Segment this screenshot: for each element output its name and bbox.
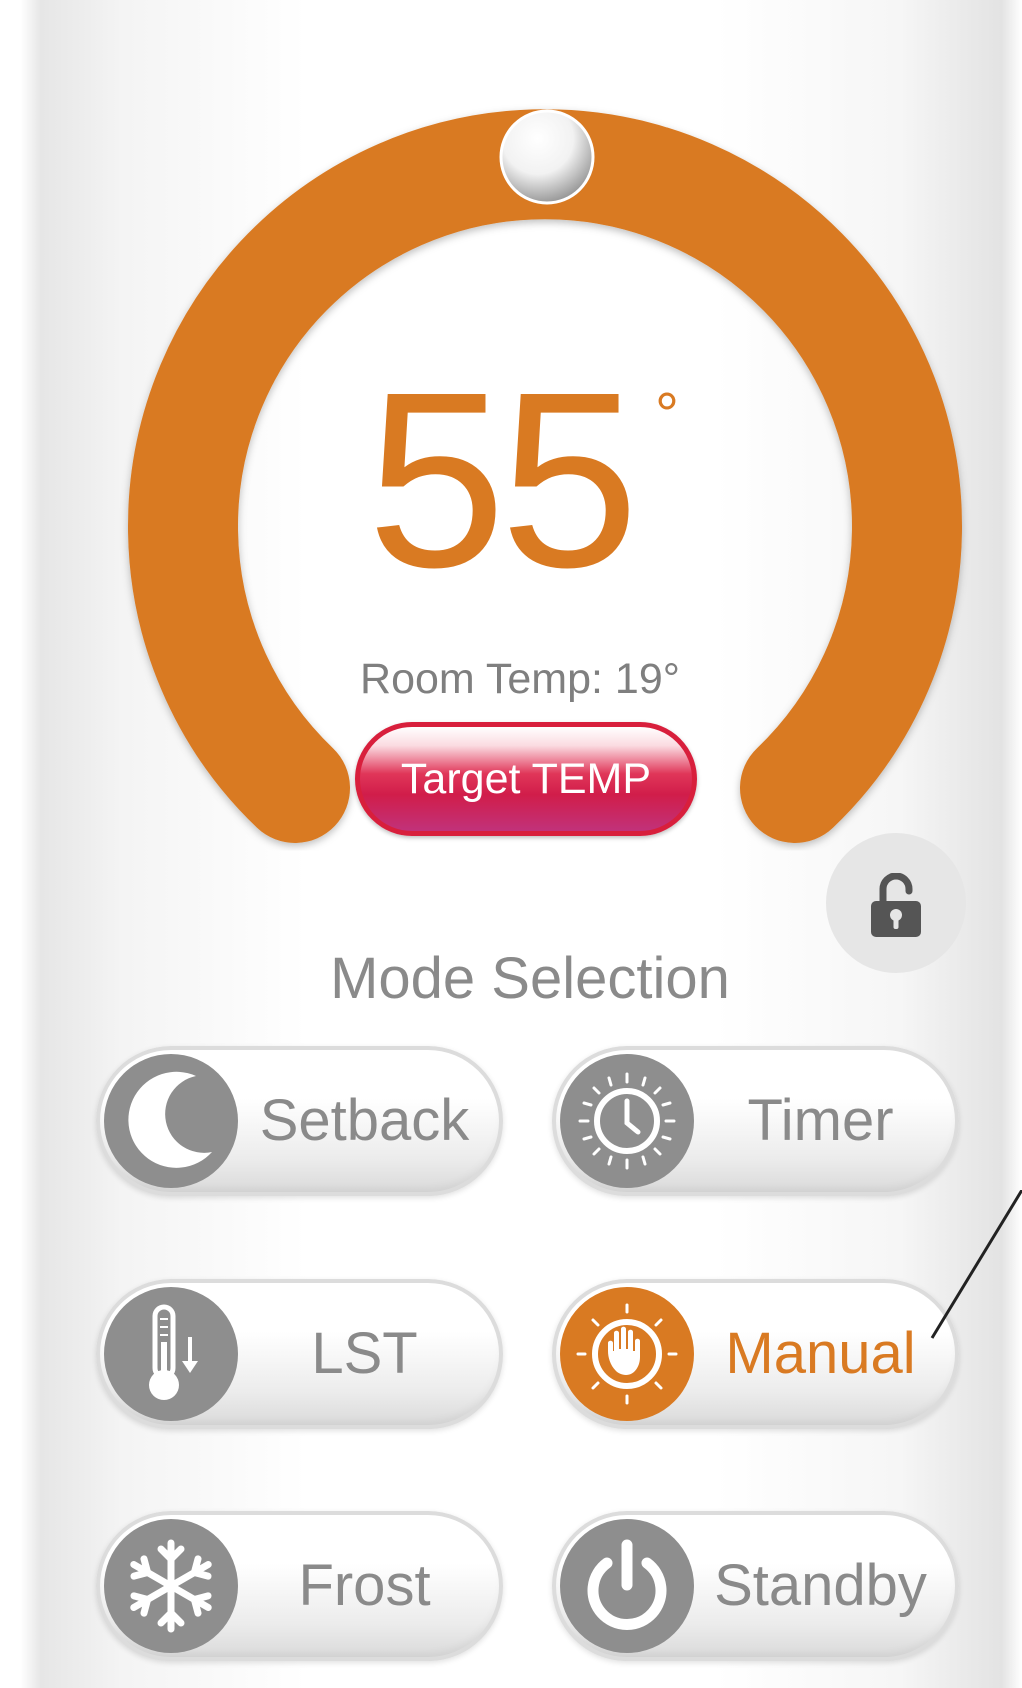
mode-button-setback[interactable]: Setback [96, 1046, 503, 1196]
mode-selection-title: Mode Selection [330, 946, 730, 1011]
thermometer-down-icon [149, 1304, 198, 1400]
mode-button-timer[interactable]: Timer [552, 1046, 959, 1196]
mode-label: Frost [298, 1553, 431, 1618]
hand-icon [576, 1303, 678, 1405]
dial-knob[interactable] [499, 109, 595, 205]
snowflake-icon [130, 1539, 212, 1633]
mode-label: Timer [747, 1088, 894, 1153]
lock-button[interactable] [826, 833, 966, 973]
power-icon [587, 1539, 667, 1630]
mode-label: Setback [259, 1088, 470, 1153]
mode-label: Standby [714, 1553, 927, 1618]
degree-symbol: ° [655, 381, 679, 448]
target-temperature-value: 55 [366, 340, 639, 619]
annotation-pointer-line [930, 1190, 1022, 1339]
clock-icon [578, 1072, 676, 1170]
mode-button-lst[interactable]: LST [96, 1279, 503, 1429]
target-temp-button[interactable]: Target TEMP [355, 722, 697, 836]
mode-button-standby[interactable]: Standby [552, 1511, 959, 1661]
unlocked-padlock-icon [871, 873, 921, 937]
mode-label: LST [311, 1321, 418, 1386]
mode-button-frost[interactable]: Frost [96, 1511, 503, 1661]
mode-label: Manual [725, 1321, 916, 1386]
mode-button-manual[interactable]: Manual [552, 1279, 959, 1429]
room-temperature: Room Temp: 19° [360, 655, 680, 703]
moon-icon [128, 1071, 212, 1168]
